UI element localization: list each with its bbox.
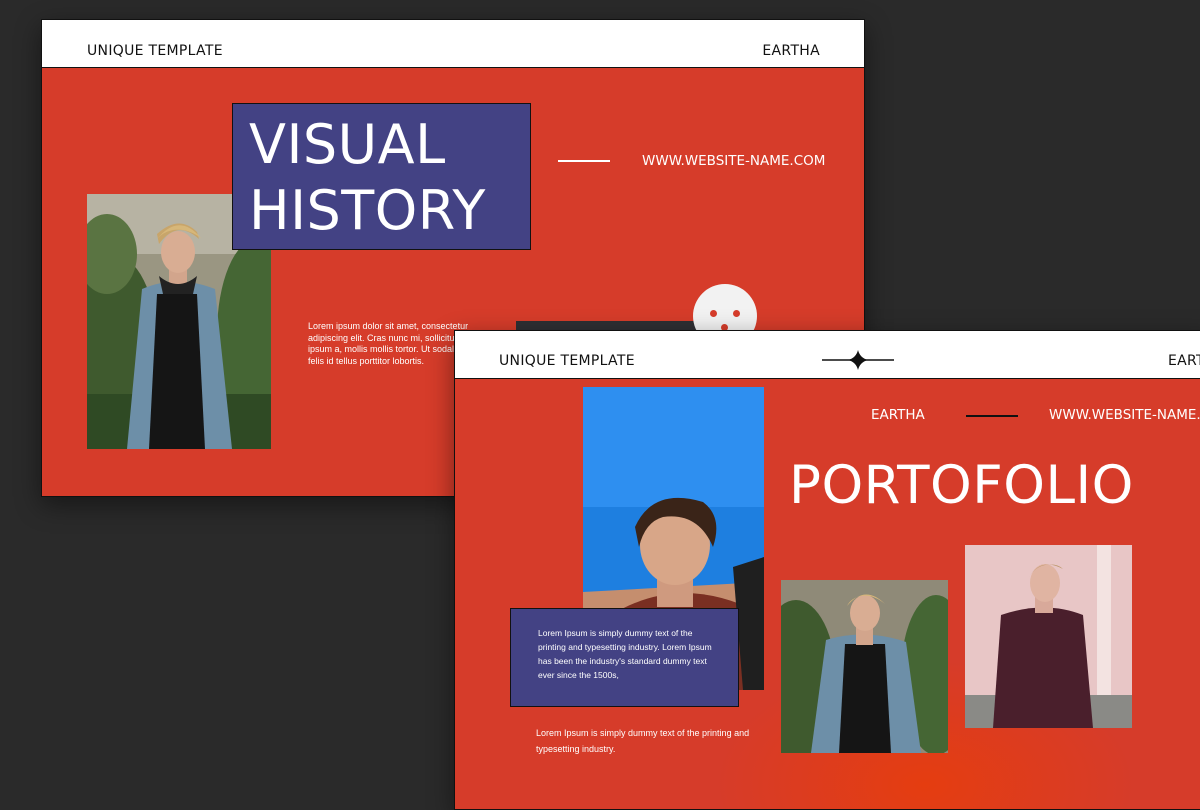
- four-point-star-icon: [822, 350, 894, 370]
- slide2-box-text: Lorem Ipsum is simply dummy text of the …: [538, 628, 712, 680]
- slide1-divider-line: [558, 160, 610, 162]
- slide1-header: UNIQUE TEMPLATE EARTHA: [42, 20, 864, 68]
- slide2-header: UNIQUE TEMPLATE EARTHA: [455, 331, 1200, 379]
- slide-portofolio: UNIQUE TEMPLATE EARTHA EARTHA WWW.WEBSIT…: [454, 330, 1200, 810]
- photo-man-denim-jacket-small: [781, 580, 948, 753]
- portofolio-title: PORTOFOLIO: [789, 455, 1134, 516]
- slide1-body-text: Lorem ipsum dolor sit amet, consectetur …: [308, 321, 469, 366]
- visual-history-title-box: VISUAL HISTORY: [232, 103, 531, 250]
- slide2-text-box: Lorem Ipsum is simply dummy text of the …: [510, 608, 739, 707]
- slide1-header-right: EARTHA: [762, 43, 820, 59]
- title-line-history: HISTORY: [249, 179, 486, 242]
- title-line-visual: VISUAL: [249, 113, 446, 176]
- slide2-brand: EARTHA: [871, 407, 925, 423]
- photo-man-sweater: [965, 545, 1132, 728]
- slide1-header-left: UNIQUE TEMPLATE: [87, 43, 223, 59]
- slide2-header-left: UNIQUE TEMPLATE: [499, 353, 635, 369]
- slide2-header-right: EARTHA: [1168, 353, 1200, 369]
- slide2-divider-line: [966, 415, 1018, 417]
- slide1-website: WWW.WEBSITE-NAME.COM: [642, 153, 826, 169]
- slide2-website: WWW.WEBSITE-NAME.COM: [1049, 407, 1200, 423]
- slide2-bottom-text: Lorem Ipsum is simply dummy text of the …: [536, 728, 750, 754]
